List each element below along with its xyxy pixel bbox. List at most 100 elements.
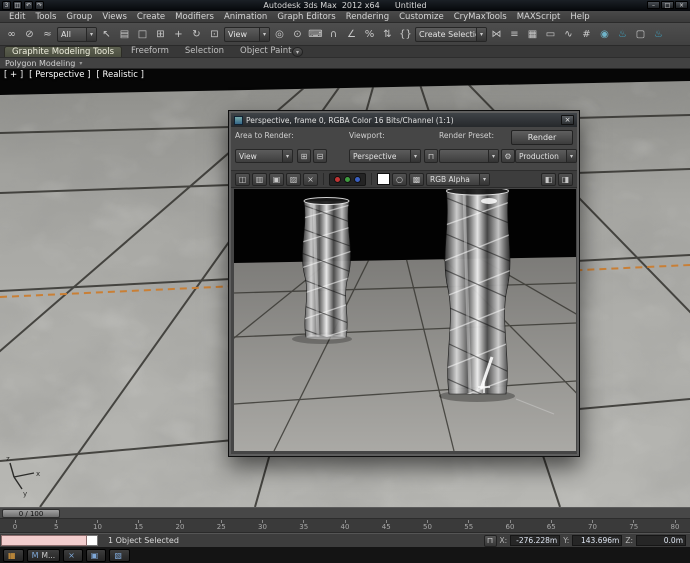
minimize-button[interactable]: –: [647, 1, 660, 9]
clone-window-icon[interactable]: ▣: [269, 172, 284, 186]
rectangular-selection-region-icon[interactable]: □: [134, 26, 151, 43]
schematic-view-icon[interactable]: #: [578, 26, 595, 43]
snaps-toggle-icon[interactable]: ∩: [325, 26, 342, 43]
spinner-snap-icon[interactable]: ⇅: [379, 26, 396, 43]
ribbon-tab[interactable]: Graphite Modeling Tools: [4, 46, 123, 57]
select-and-manipulate-icon[interactable]: ⊙: [289, 26, 306, 43]
material-editor-icon[interactable]: ◉: [596, 26, 613, 43]
maxscript-mini-listener[interactable]: [1, 535, 87, 546]
menu-item[interactable]: MAXScript: [512, 12, 566, 22]
color-correction-icon[interactable]: ◧: [541, 172, 556, 186]
clear-image-icon[interactable]: ×: [303, 172, 318, 186]
select-object-icon[interactable]: ↖: [98, 26, 115, 43]
monochrome-icon[interactable]: ○: [392, 172, 407, 186]
max-logo-icon[interactable]: 3: [2, 1, 11, 10]
taskbar-3dsmax-button[interactable]: M M...: [26, 548, 61, 562]
menu-item[interactable]: Modifiers: [170, 12, 219, 22]
select-and-link-icon[interactable]: ∞: [3, 26, 20, 43]
viewport-dropdown[interactable]: Perspective ▾: [349, 149, 421, 163]
taskbar-window-button-2[interactable]: ▧: [109, 548, 130, 562]
rendered-image-canvas[interactable]: [234, 186, 576, 451]
rendered-frame-window-icon[interactable]: ▢: [632, 26, 649, 43]
save-image-icon[interactable]: ◫: [235, 172, 250, 186]
bind-to-space-warp-icon[interactable]: ≈: [39, 26, 56, 43]
layer-manager-icon[interactable]: ▦: [524, 26, 541, 43]
maximize-button[interactable]: □: [661, 1, 674, 9]
render-frame-window[interactable]: Perspective, frame 0, RGBA Color 16 Bits…: [228, 110, 580, 457]
viewport-general-menu[interactable]: [ + ]: [4, 70, 23, 80]
curve-editor-icon[interactable]: ∿: [560, 26, 577, 43]
menu-item[interactable]: Create: [132, 12, 170, 22]
menu-item[interactable]: Edit: [4, 12, 30, 22]
copy-image-icon[interactable]: ▥: [252, 172, 267, 186]
lock-viewport-icon[interactable]: ⊓: [424, 149, 438, 163]
render-button[interactable]: Render: [511, 130, 573, 145]
menu-item[interactable]: Tools: [30, 12, 61, 22]
taskbar-window-button[interactable]: ▣: [85, 548, 107, 562]
save-file-icon[interactable]: ◫: [13, 1, 22, 10]
window-crossing-icon[interactable]: ⊞: [152, 26, 169, 43]
keyboard-shortcut-override-icon[interactable]: ⌨: [307, 26, 324, 43]
ribbon-tab[interactable]: Freeform: [124, 46, 176, 57]
x-coordinate-field[interactable]: -276.228m: [510, 535, 561, 546]
ribbon-collapse-icon[interactable]: ▾: [292, 47, 303, 57]
red-channel-button[interactable]: [334, 175, 341, 183]
time-slider-handle[interactable]: 0 / 100: [2, 509, 60, 518]
undo-icon[interactable]: ↶: [24, 1, 33, 10]
close-button[interactable]: ×: [675, 1, 688, 9]
select-and-rotate-icon[interactable]: ↻: [188, 26, 205, 43]
edit-region-icon[interactable]: ⊞: [297, 149, 311, 163]
display-mode-icon[interactable]: ◨: [558, 172, 573, 186]
menu-item[interactable]: Graph Editors: [272, 12, 340, 22]
select-and-scale-icon[interactable]: ⊡: [206, 26, 223, 43]
track-bar[interactable]: 0 5 10 15 20 25 30 35 40 45 50 55 60 65 …: [0, 519, 690, 533]
blue-channel-button[interactable]: [354, 175, 361, 183]
unlink-selection-icon[interactable]: ⊘: [21, 26, 38, 43]
menu-item[interactable]: Help: [565, 12, 594, 22]
percent-snap-icon[interactable]: %: [361, 26, 378, 43]
viewport-pov-menu[interactable]: [ Perspective ]: [29, 70, 90, 80]
render-window-close-button[interactable]: ×: [561, 115, 574, 125]
maxscript-mini-listener-output[interactable]: [87, 535, 98, 546]
background-color-swatch[interactable]: [377, 173, 390, 185]
taskbar-close-button[interactable]: ×: [63, 548, 83, 562]
select-by-name-icon[interactable]: ▤: [116, 26, 133, 43]
align-icon[interactable]: ≡: [506, 26, 523, 43]
y-coordinate-field[interactable]: 143.696m: [572, 535, 623, 546]
alpha-channel-icon[interactable]: ▩: [409, 172, 424, 186]
render-preset-dropdown[interactable]: ▾: [439, 149, 499, 163]
mirror-icon[interactable]: ⋈: [488, 26, 505, 43]
render-window-title-bar[interactable]: Perspective, frame 0, RGBA Color 16 Bits…: [231, 113, 577, 127]
menu-item[interactable]: Customize: [394, 12, 449, 22]
time-slider[interactable]: 0 / 100: [0, 507, 690, 519]
viewport-shading-menu[interactable]: [ Realistic ]: [96, 70, 144, 80]
menu-item[interactable]: Animation: [219, 12, 272, 22]
ribbon-tab[interactable]: Selection: [178, 46, 231, 57]
z-coordinate-field[interactable]: 0.0m: [636, 535, 686, 546]
menu-item[interactable]: Rendering: [341, 12, 394, 22]
menu-item[interactable]: Group: [61, 12, 97, 22]
taskbar-start-button[interactable]: ▦: [3, 548, 24, 562]
edit-named-selection-sets-icon[interactable]: {}: [397, 26, 414, 43]
absolute-offset-toggle-icon[interactable]: ⊓: [483, 534, 497, 547]
menu-item[interactable]: CryMaxTools: [449, 12, 512, 22]
channel-display-dropdown[interactable]: RGB Alpha ▾: [426, 172, 490, 186]
ribbon-tab[interactable]: Object Paint: [233, 46, 298, 57]
production-mode-dropdown[interactable]: Production ▾: [515, 149, 577, 163]
area-to-render-dropdown[interactable]: View ▾: [235, 149, 293, 163]
render-setup-shortcut-icon[interactable]: ⚙: [501, 149, 515, 163]
polygon-modeling-tab[interactable]: Polygon Modeling: [5, 59, 75, 68]
render-production-icon[interactable]: ♨: [650, 26, 667, 43]
redo-icon[interactable]: ↷: [35, 1, 44, 10]
named-selection-set-dropdown[interactable]: Create Selection S▾: [415, 26, 487, 42]
use-pivot-center-icon[interactable]: ◎: [271, 26, 288, 43]
angle-snap-icon[interactable]: ∠: [343, 26, 360, 43]
select-and-move-icon[interactable]: +: [170, 26, 187, 43]
selection-filter-dropdown[interactable]: All ▾: [57, 26, 97, 42]
graphite-ribbon-toggle-icon[interactable]: ▭: [542, 26, 559, 43]
render-setup-icon[interactable]: ♨: [614, 26, 631, 43]
menu-item[interactable]: Views: [97, 12, 132, 22]
auto-region-icon[interactable]: ⊟: [313, 149, 327, 163]
print-image-icon[interactable]: ▨: [286, 172, 301, 186]
reference-coordinate-dropdown[interactable]: View ▾: [224, 26, 270, 42]
